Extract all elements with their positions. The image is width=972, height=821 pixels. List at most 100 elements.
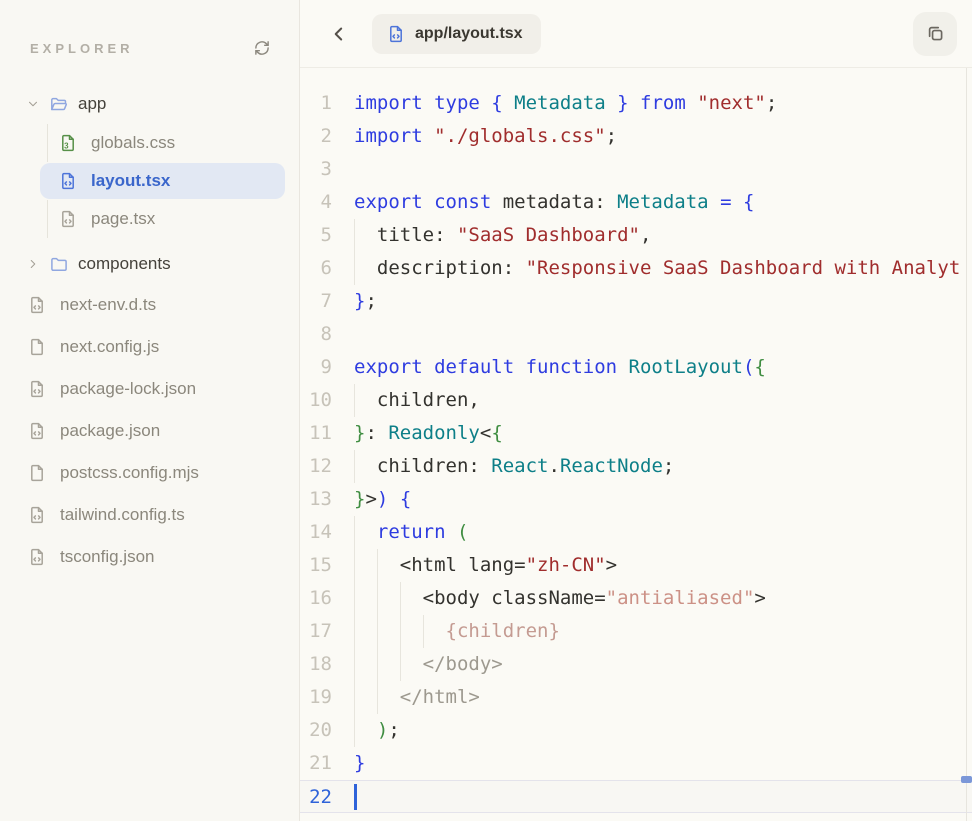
code-text bbox=[354, 153, 966, 186]
tree-item-page-tsx[interactable]: page.tsx bbox=[0, 200, 299, 238]
code-line[interactable]: 12 children: React.ReactNode; bbox=[300, 450, 972, 483]
chevron-down-icon bbox=[26, 97, 40, 111]
code-text: return ( bbox=[354, 516, 966, 549]
scrollbar-thumb[interactable] bbox=[961, 776, 972, 783]
tree-item-package-json[interactable]: package.json bbox=[0, 410, 299, 452]
file-code-icon bbox=[27, 379, 47, 399]
line-number: 17 bbox=[300, 615, 332, 648]
refresh-icon bbox=[253, 39, 271, 57]
code-text: import type { Metadata } from "next"; bbox=[354, 87, 966, 120]
tree-item-next-config-js[interactable]: next.config.js bbox=[0, 326, 299, 368]
tree-item-label: package-lock.json bbox=[60, 379, 196, 399]
chevron-right-icon bbox=[26, 257, 40, 271]
tree-item-label: globals.css bbox=[91, 133, 175, 153]
tree-item-globals-css[interactable]: 3 globals.css bbox=[0, 124, 299, 162]
code-text: title: "SaaS Dashboard", bbox=[354, 219, 966, 252]
code-line[interactable]: 9 export default function RootLayout({ bbox=[300, 351, 972, 384]
line-number: 12 bbox=[300, 450, 332, 483]
file-tree: app 3 globals.css layout.tsx page.tsx compone… bbox=[0, 84, 299, 578]
line-number: 18 bbox=[300, 648, 332, 681]
tree-item-label: postcss.config.mjs bbox=[60, 463, 199, 483]
refresh-button[interactable] bbox=[253, 39, 271, 57]
tree-item-components[interactable]: components bbox=[0, 244, 299, 284]
file-explorer-sidebar: EXPLORER app 3 globals.css layout.tsx page.t… bbox=[0, 0, 300, 821]
tree-item-label: layout.tsx bbox=[91, 171, 170, 191]
code-text bbox=[354, 781, 966, 812]
code-line[interactable]: 18 </body> bbox=[300, 648, 972, 681]
code-line[interactable]: 11 }: Readonly<{ bbox=[300, 417, 972, 450]
tree-item-tailwind-config-ts[interactable]: tailwind.config.ts bbox=[0, 494, 299, 536]
tree-item-label: tsconfig.json bbox=[60, 547, 155, 567]
line-number: 13 bbox=[300, 483, 332, 516]
explorer-header: EXPLORER bbox=[30, 38, 271, 58]
tree-item-layout-tsx[interactable]: layout.tsx bbox=[0, 162, 299, 200]
code-text: description: "Responsive SaaS Dashboard … bbox=[354, 252, 966, 285]
file-code-icon bbox=[27, 421, 47, 441]
code-text bbox=[354, 318, 966, 351]
line-number: 19 bbox=[300, 681, 332, 714]
code-line[interactable]: 17 {children} bbox=[300, 615, 972, 648]
file-tab[interactable]: app/layout.tsx bbox=[372, 14, 541, 54]
code-line[interactable]: 3 bbox=[300, 153, 972, 186]
line-number: 8 bbox=[300, 318, 332, 351]
code-text: }: Readonly<{ bbox=[354, 417, 966, 450]
code-line[interactable]: 6 description: "Responsive SaaS Dashboar… bbox=[300, 252, 972, 285]
editor-header: app/layout.tsx bbox=[300, 0, 972, 68]
line-number: 11 bbox=[300, 417, 332, 450]
line-number: 10 bbox=[300, 384, 332, 417]
tree-item-postcss-config-mjs[interactable]: postcss.config.mjs bbox=[0, 452, 299, 494]
code-text: } bbox=[354, 747, 966, 780]
line-number: 1 bbox=[300, 87, 332, 120]
line-number: 22 bbox=[300, 781, 332, 812]
code-line[interactable]: 10 children, bbox=[300, 384, 972, 417]
tree-item-tsconfig-json[interactable]: tsconfig.json bbox=[0, 536, 299, 578]
code-text: children: React.ReactNode; bbox=[354, 450, 966, 483]
tree-item-label: tailwind.config.ts bbox=[60, 505, 185, 525]
code-text: <body className="antialiased"> bbox=[354, 582, 966, 615]
tree-item-package-lock-json[interactable]: package-lock.json bbox=[0, 368, 299, 410]
folder-open-icon bbox=[49, 94, 69, 114]
copy-button[interactable] bbox=[913, 12, 957, 56]
code-text: }; bbox=[354, 285, 966, 318]
line-number: 20 bbox=[300, 714, 332, 747]
code-line[interactable]: 19 </html> bbox=[300, 681, 972, 714]
code-line[interactable]: 22 bbox=[300, 780, 972, 813]
copy-icon bbox=[925, 23, 946, 44]
code-line[interactable]: 14 return ( bbox=[300, 516, 972, 549]
code-line[interactable]: 15 <html lang="zh-CN"> bbox=[300, 549, 972, 582]
code-line[interactable]: 1 import type { Metadata } from "next"; bbox=[300, 87, 972, 120]
scrollbar-track bbox=[966, 68, 967, 821]
code-text: export default function RootLayout({ bbox=[354, 351, 966, 384]
code-text: }>) { bbox=[354, 483, 966, 516]
tree-item-label: page.tsx bbox=[91, 209, 155, 229]
file-code-icon bbox=[58, 171, 78, 191]
code-text: ); bbox=[354, 714, 966, 747]
code-text: </body> bbox=[354, 648, 966, 681]
line-number: 16 bbox=[300, 582, 332, 615]
code-line[interactable]: 5 title: "SaaS Dashboard", bbox=[300, 219, 972, 252]
code-line[interactable]: 4export const metadata: Metadata = { bbox=[300, 186, 972, 219]
code-line[interactable]: 21} bbox=[300, 747, 972, 780]
tree-item-label: next-env.d.ts bbox=[60, 295, 156, 315]
tree-item-app[interactable]: app bbox=[0, 84, 299, 124]
file-css-icon: 3 bbox=[58, 133, 78, 153]
code-line[interactable]: 8 bbox=[300, 318, 972, 351]
file-code-icon bbox=[386, 24, 406, 44]
code-line[interactable]: 20 ); bbox=[300, 714, 972, 747]
line-number: 5 bbox=[300, 219, 332, 252]
code-line[interactable]: 13 }>) { bbox=[300, 483, 972, 516]
code-line[interactable]: 7}; bbox=[300, 285, 972, 318]
code-text: </html> bbox=[354, 681, 966, 714]
code-text: <html lang="zh-CN"> bbox=[354, 549, 966, 582]
line-number: 9 bbox=[300, 351, 332, 384]
tree-item-next-env-d-ts[interactable]: next-env.d.ts bbox=[0, 284, 299, 326]
back-button[interactable] bbox=[324, 19, 354, 49]
code-line[interactable]: 16 <body className="antialiased"> bbox=[300, 582, 972, 615]
text-cursor bbox=[354, 784, 357, 810]
file-plain-icon bbox=[27, 337, 47, 357]
tree-item-label: next.config.js bbox=[60, 337, 159, 357]
code-line[interactable]: 2import "./globals.css"; bbox=[300, 120, 972, 153]
code-area: 1 import type { Metadata } from "next";2i… bbox=[300, 68, 972, 821]
code-text: {children} bbox=[354, 615, 966, 648]
folder-icon bbox=[49, 254, 69, 274]
